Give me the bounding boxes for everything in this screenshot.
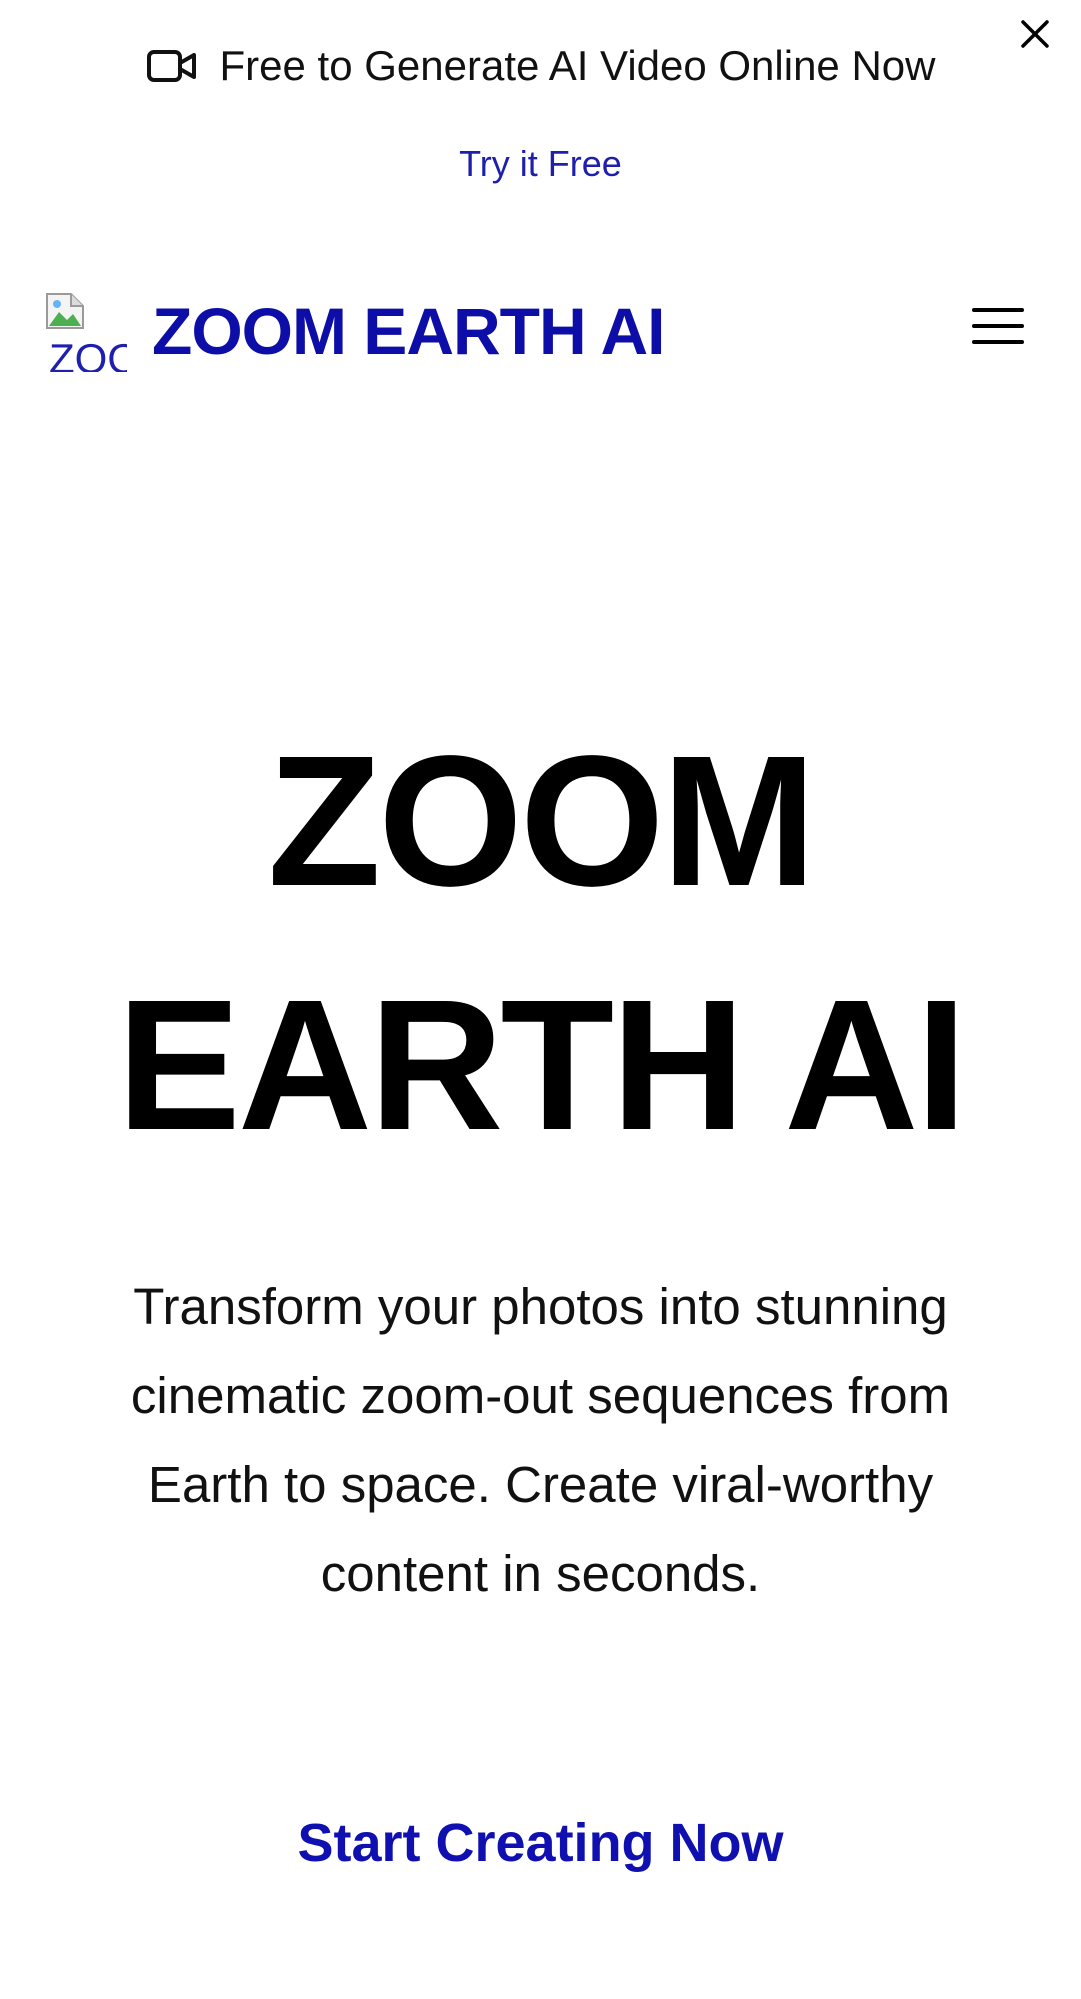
promo-banner: Free to Generate AI Video Online Now Try… [0,0,1081,230]
logo-alt-text: ZOOM [49,335,127,372]
try-it-free-link[interactable]: Try it Free [0,138,1081,190]
video-camera-icon [146,50,196,82]
hero-title-line-1: ZOOM [267,718,817,925]
brand-name[interactable]: ZOOM EARTH AI [152,292,666,370]
logo-image[interactable]: ZOOM [43,288,127,372]
site-navbar: ZOOM ZOOM EARTH AI [0,270,1081,380]
hero-title-line-2: EARTH AI [116,962,967,1169]
broken-image-icon [46,293,84,329]
start-creating-button[interactable]: Start Creating Now [0,1808,1081,1878]
promo-banner-title: Free to Generate AI Video Online Now [219,42,936,89]
hero-title: ZOOM EARTH AI [0,700,1081,1188]
close-icon[interactable] [1015,14,1055,54]
hero-subtitle: Transform your photos into stunning cine… [130,1278,951,1602]
hamburger-menu-icon[interactable] [970,304,1026,348]
promo-banner-row: Free to Generate AI Video Online Now [0,38,1081,94]
